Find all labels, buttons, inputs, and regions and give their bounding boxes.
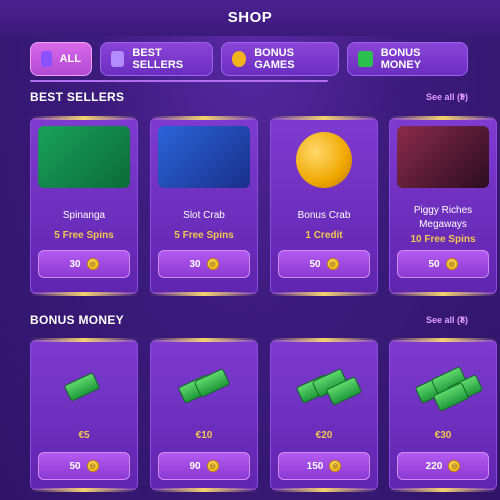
card-bottom-decoration bbox=[150, 292, 258, 296]
bonus-money-card[interactable]: €10 90 ◎ bbox=[150, 338, 258, 492]
price-value: 220 bbox=[425, 460, 443, 472]
card-top-decoration bbox=[389, 116, 497, 120]
card-bottom-decoration bbox=[30, 488, 138, 492]
card-top-decoration bbox=[389, 338, 497, 342]
best-seller-card[interactable]: Slot Crab 5 Free Spins 30 ◎ bbox=[150, 116, 258, 296]
money-amount: €30 bbox=[434, 430, 452, 441]
coin-icon: ◎ bbox=[206, 460, 219, 472]
chevron-right-icon: › bbox=[459, 87, 464, 103]
cash-stack-icon bbox=[177, 368, 234, 404]
best-seller-card[interactable]: Piggy Riches Megaways 10 Free Spins 50 ◎ bbox=[389, 116, 497, 296]
category-tabs: ALL BEST SELLERS BONUS GAMES BONUS MONEY bbox=[30, 42, 468, 76]
card-bottom-decoration bbox=[270, 488, 378, 492]
tab-best-sellers-label: BEST SELLERS bbox=[132, 47, 184, 71]
spinanga-thumbnail bbox=[38, 126, 130, 188]
price-value: 50 bbox=[428, 258, 440, 270]
tab-bonus-money[interactable]: BONUS MONEY bbox=[347, 42, 468, 76]
buy-button[interactable]: 150 ◎ bbox=[278, 452, 370, 480]
coin-icon: ◎ bbox=[86, 460, 99, 472]
buy-button[interactable]: 50 ◎ bbox=[278, 250, 370, 278]
card-top-decoration bbox=[270, 116, 378, 120]
card-top-decoration bbox=[30, 338, 138, 342]
section-title-best-sellers: BEST SELLERS bbox=[30, 90, 125, 104]
cash-stack-icon bbox=[295, 368, 363, 406]
section-title-bonus-money: BONUS MONEY bbox=[30, 313, 124, 327]
best-seller-card[interactable]: Spinanga 5 Free Spins 30 ◎ bbox=[30, 116, 138, 296]
price-value: 150 bbox=[306, 460, 324, 472]
buy-button[interactable]: 50 ◎ bbox=[397, 250, 489, 278]
bonus-money-card[interactable]: €20 150 ◎ bbox=[270, 338, 378, 492]
cash-stack-icon bbox=[414, 366, 484, 412]
product-name: Spinanga bbox=[62, 210, 106, 221]
piggy-riches-thumbnail bbox=[397, 126, 489, 188]
best-seller-card[interactable]: Bonus Crab 1 Credit 50 ◎ bbox=[270, 116, 378, 296]
price-value: 30 bbox=[69, 258, 81, 270]
coin-icon: ◎ bbox=[206, 258, 219, 270]
price-value: 90 bbox=[189, 460, 201, 472]
buy-button[interactable]: 30 ◎ bbox=[38, 250, 130, 278]
money-amount: €20 bbox=[315, 430, 333, 441]
card-bottom-decoration bbox=[389, 292, 497, 296]
cube-icon bbox=[41, 51, 52, 67]
coin-icon: ◎ bbox=[445, 258, 458, 270]
price-value: 50 bbox=[69, 460, 81, 472]
card-top-decoration bbox=[270, 338, 378, 342]
page-title: SHOP bbox=[227, 9, 273, 26]
slot-crab-thumbnail bbox=[158, 126, 250, 188]
bonus-crab-icon bbox=[296, 132, 352, 188]
coin-icon: ◎ bbox=[326, 258, 339, 270]
cash-icon bbox=[358, 51, 373, 67]
bonus-money-card[interactable]: €30 220 ◎ bbox=[389, 338, 497, 492]
card-bottom-decoration bbox=[150, 488, 258, 492]
buy-button[interactable]: 220 ◎ bbox=[397, 452, 489, 480]
product-detail: 1 Credit bbox=[305, 230, 343, 241]
tab-all[interactable]: ALL bbox=[30, 42, 92, 76]
coin-icon: ◎ bbox=[86, 258, 99, 270]
coin-icon: ◎ bbox=[329, 460, 342, 472]
tab-all-label: ALL bbox=[59, 53, 81, 65]
product-name: Bonus Crab bbox=[297, 210, 351, 221]
product-detail: 5 Free Spins bbox=[54, 230, 114, 241]
tab-bonus-games[interactable]: BONUS GAMES bbox=[221, 42, 339, 76]
tab-best-sellers[interactable]: BEST SELLERS bbox=[100, 42, 213, 76]
buy-button[interactable]: 50 ◎ bbox=[38, 452, 130, 480]
price-value: 50 bbox=[309, 258, 321, 270]
product-detail: 10 Free Spins bbox=[410, 234, 476, 245]
money-amount: €5 bbox=[78, 430, 90, 441]
buy-button[interactable]: 90 ◎ bbox=[158, 452, 250, 480]
product-name: Slot Crab bbox=[183, 210, 225, 221]
tab-bonus-money-label: BONUS MONEY bbox=[380, 47, 422, 71]
product-name: Piggy Riches Megaways bbox=[413, 205, 473, 230]
card-top-decoration bbox=[30, 116, 138, 120]
bonus-money-card[interactable]: €5 50 ◎ bbox=[30, 338, 138, 492]
buy-button[interactable]: 30 ◎ bbox=[158, 250, 250, 278]
card-bottom-decoration bbox=[270, 292, 378, 296]
card-top-decoration bbox=[150, 116, 258, 120]
card-bottom-decoration bbox=[30, 292, 138, 296]
product-detail: 5 Free Spins bbox=[174, 230, 234, 241]
cash-stack-icon bbox=[63, 372, 106, 402]
price-value: 30 bbox=[189, 258, 201, 270]
card-bottom-decoration bbox=[389, 488, 497, 492]
tab-bonus-games-label: BONUS GAMES bbox=[254, 47, 295, 71]
money-amount: €10 bbox=[195, 430, 213, 441]
bonus-coin-icon bbox=[232, 51, 247, 67]
gem-icon bbox=[111, 51, 125, 67]
tab-divider bbox=[30, 80, 328, 82]
coin-icon: ◎ bbox=[448, 460, 461, 472]
chevron-right-icon: › bbox=[459, 310, 464, 326]
card-top-decoration bbox=[150, 338, 258, 342]
